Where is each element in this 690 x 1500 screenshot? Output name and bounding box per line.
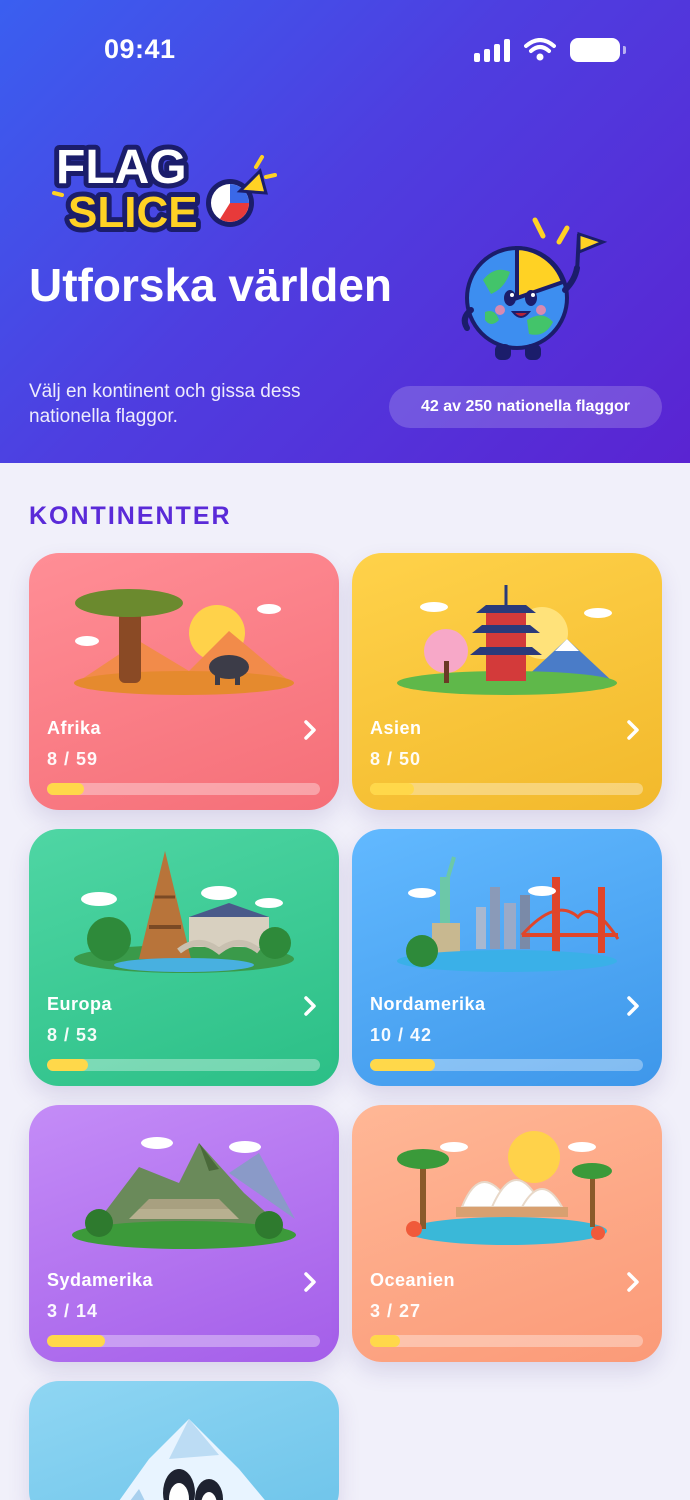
chevron-right-icon <box>627 720 639 740</box>
asia-illustration <box>397 585 617 695</box>
progress-bar <box>370 1335 643 1347</box>
continent-card-africa[interactable]: Afrika 8 / 59 <box>29 553 339 810</box>
status-icons <box>474 38 626 62</box>
progress-fill <box>47 1335 106 1347</box>
progress-bar <box>47 1059 320 1071</box>
continent-name: Oceanien <box>370 1270 456 1290</box>
continent-name: Afrika <box>47 718 102 738</box>
continent-card-europe[interactable]: Europa 8 / 53 <box>29 829 339 1086</box>
progress-fill <box>370 783 414 795</box>
continent-card-north-america[interactable]: Nordamerika 10 / 42 <box>352 829 662 1086</box>
wifi-icon <box>524 38 556 61</box>
progress-fill <box>370 1059 435 1071</box>
chevron-right-icon <box>304 996 316 1016</box>
total-progress-badge: 42 av 250 nationella flaggor <box>389 386 662 428</box>
continent-card-asia[interactable]: Asien 8 / 50 <box>352 553 662 810</box>
progress-fill <box>370 1335 401 1347</box>
continent-name: Sydamerika <box>47 1270 154 1290</box>
svg-text:FLAG: FLAG <box>56 141 187 194</box>
continent-card-oceania[interactable]: Oceanien 3 / 27 <box>352 1105 662 1362</box>
continent-count: 8 / 53 <box>47 1025 99 1045</box>
oceania-illustration <box>397 1131 612 1245</box>
continent-name: Asien <box>370 718 422 738</box>
page-subtitle: Välj en kontinent och gissa dess natione… <box>29 381 301 427</box>
continent-card-south-america[interactable]: Sydamerika 3 / 14 <box>29 1105 339 1362</box>
progress-bar <box>47 783 320 795</box>
continent-count: 10 / 42 <box>370 1025 433 1045</box>
progress-bar <box>370 1059 643 1071</box>
page-title: Utforska världen <box>29 259 393 311</box>
africa-illustration <box>74 589 294 695</box>
chevron-right-icon <box>304 1272 316 1292</box>
continent-name: Nordamerika <box>370 994 486 1014</box>
south-america-illustration <box>72 1137 296 1249</box>
continent-count: 3 / 14 <box>47 1301 99 1321</box>
signal-icon <box>474 38 510 62</box>
continent-card-antarctica[interactable] <box>29 1381 339 1500</box>
hero-header: 09:41 FLAG FLAG SLICE SLICE Utforska vär… <box>0 0 690 463</box>
continent-name: Europa <box>47 994 113 1014</box>
continent-count: 8 / 50 <box>370 749 422 769</box>
progress-fill <box>47 1059 89 1071</box>
continent-count: 3 / 27 <box>370 1301 422 1321</box>
status-time: 09:41 <box>104 34 176 64</box>
continent-count: 8 / 59 <box>47 749 99 769</box>
chevron-right-icon <box>627 996 639 1016</box>
chevron-right-icon <box>304 720 316 740</box>
battery-icon <box>570 38 626 62</box>
progress-bar <box>47 1335 320 1347</box>
svg-text:SLICE: SLICE <box>68 188 198 237</box>
north-america-illustration <box>397 856 620 972</box>
section-title: KONTINENTER <box>29 502 232 530</box>
chevron-right-icon <box>627 1272 639 1292</box>
flag-slice-logo: FLAG FLAG SLICE SLICE <box>51 136 277 240</box>
globe-mascot-icon <box>461 217 608 360</box>
progress-fill <box>47 783 85 795</box>
antarctica-illustration <box>119 1419 265 1500</box>
progress-bar <box>370 783 643 795</box>
europe-illustration <box>74 851 294 973</box>
